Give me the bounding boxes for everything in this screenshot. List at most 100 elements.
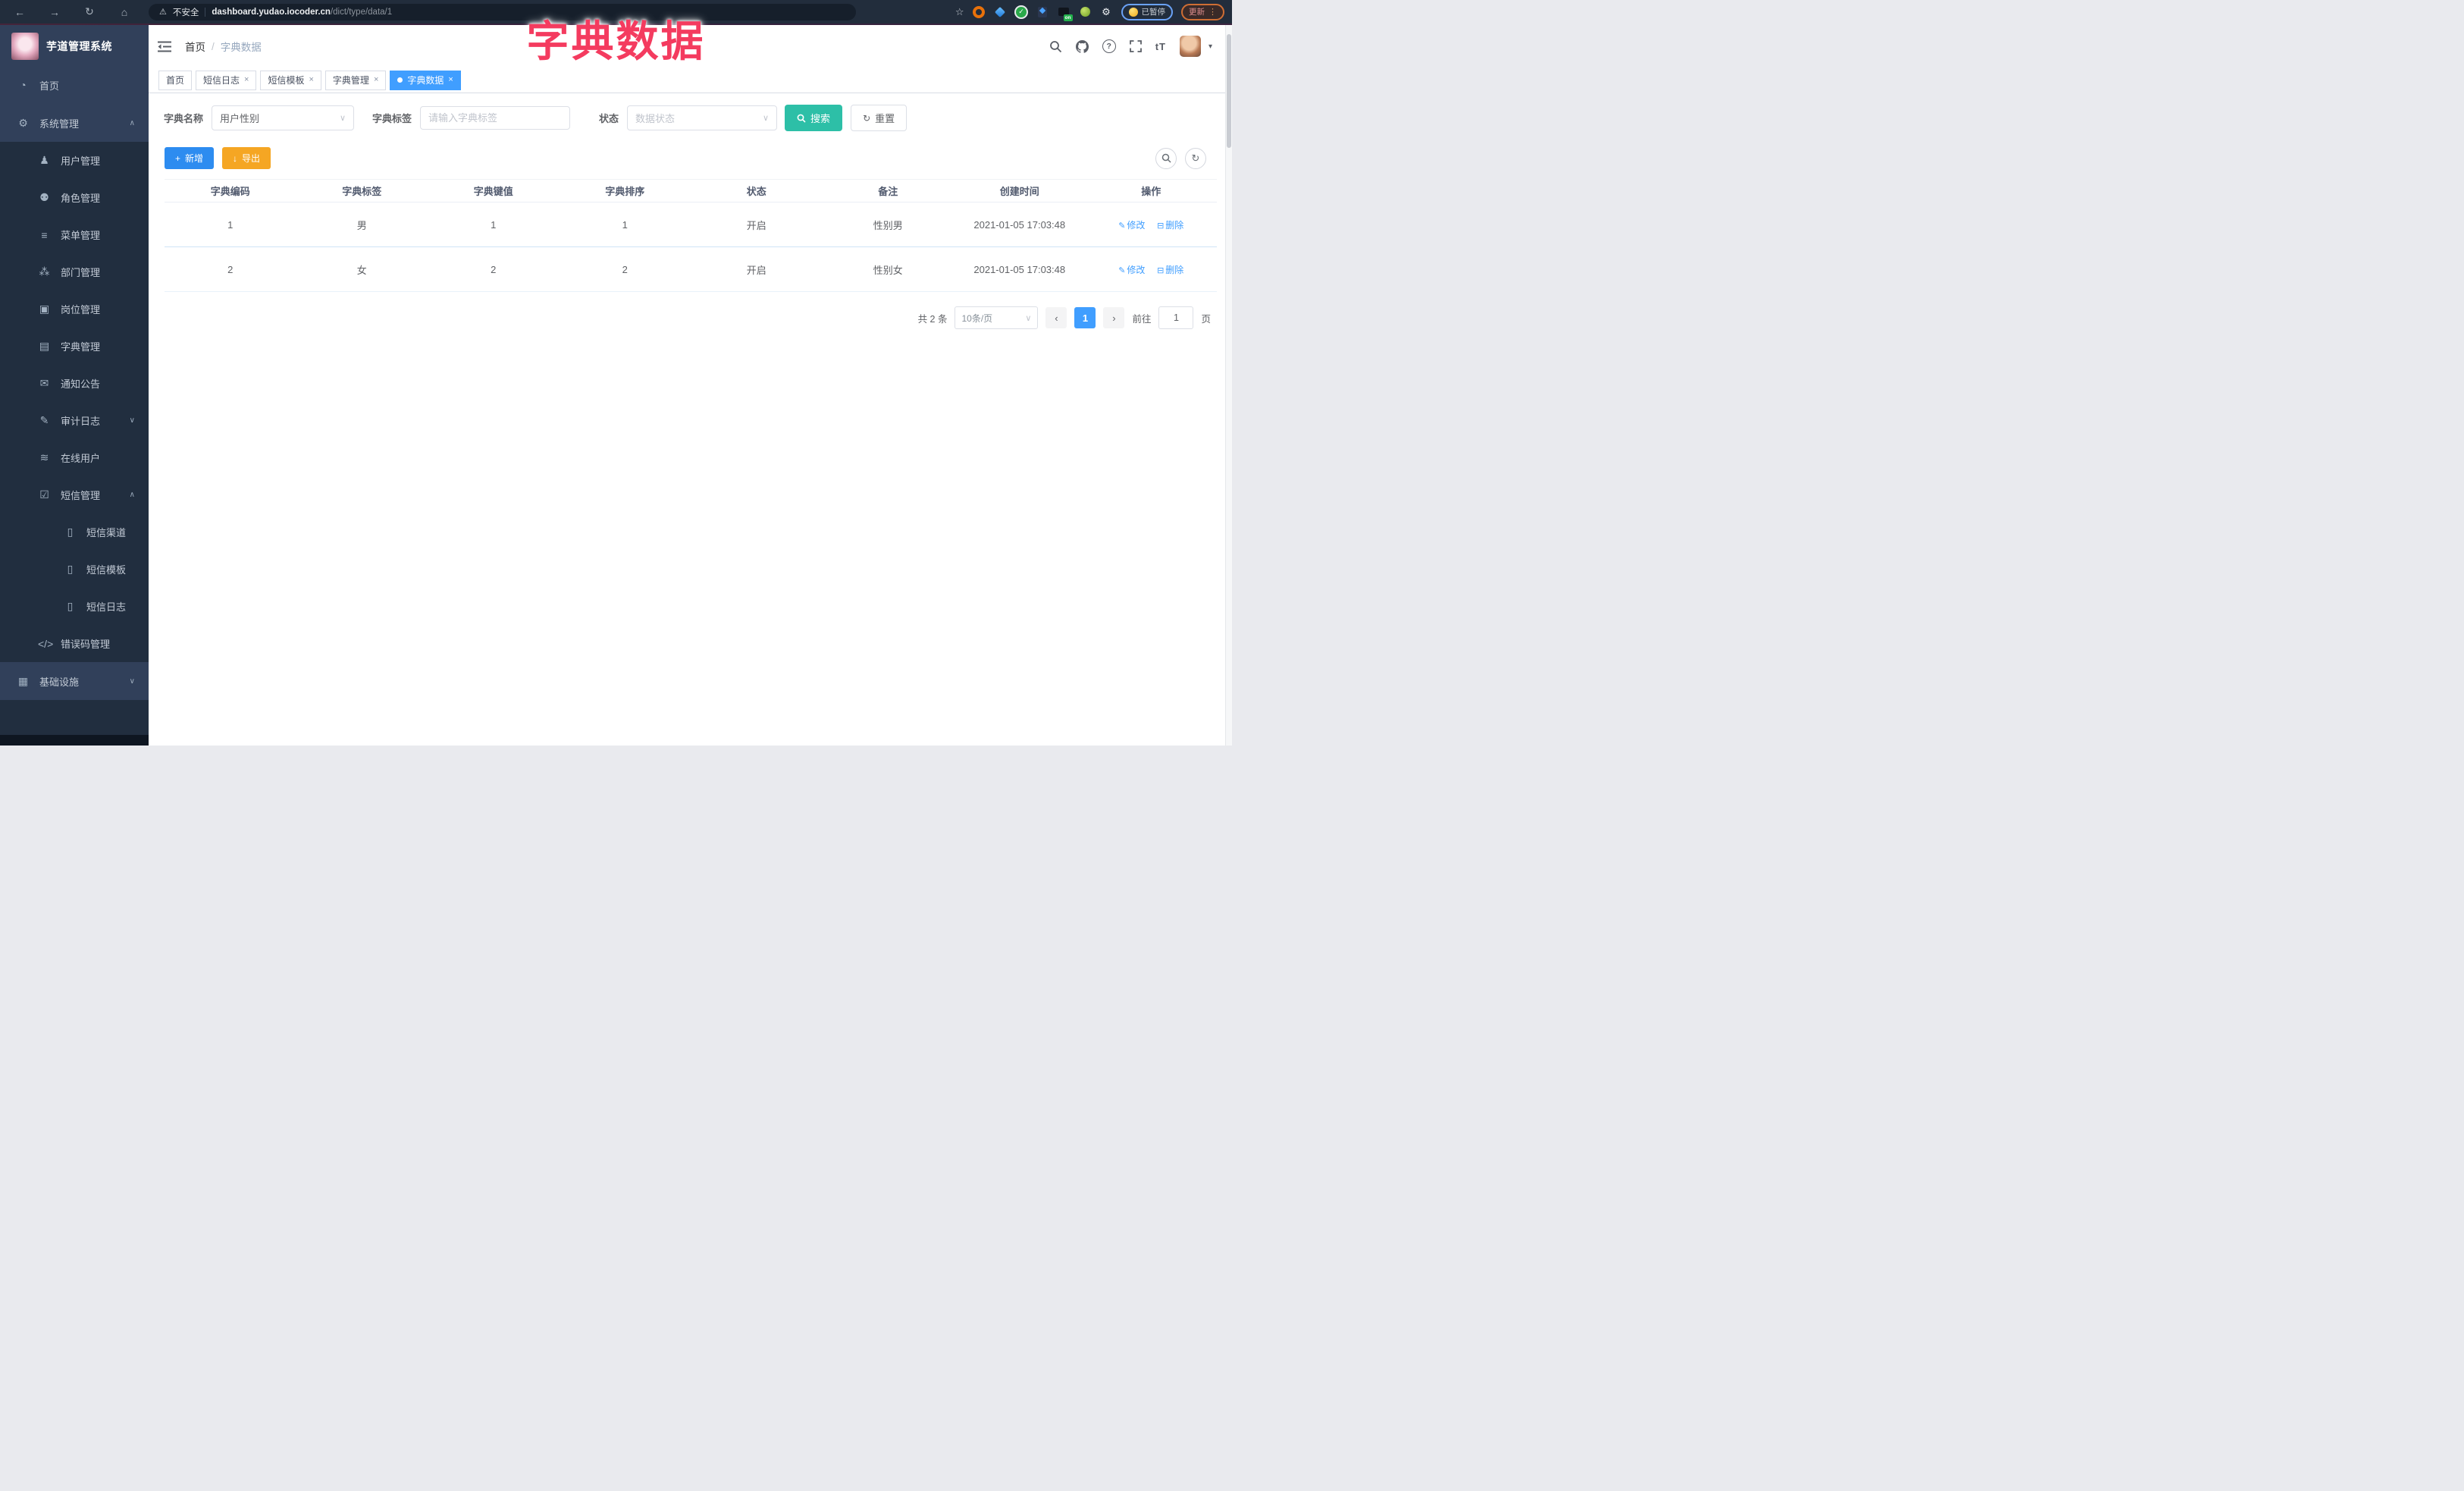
green-leaf-extension-icon[interactable] [1079,5,1092,18]
sidebar-item-role-management[interactable]: ⚉ 角色管理 [0,179,149,216]
github-icon[interactable] [1075,39,1089,53]
status-label: 状态 [599,113,619,124]
white-gear-extension-icon[interactable]: ⚙ [1100,5,1113,18]
tab-sms-template[interactable]: 短信模板 × [260,70,321,90]
breadcrumb-home[interactable]: 首页 [185,39,205,54]
status-placeholder: 数据状态 [635,113,676,124]
browser-profile-chip[interactable]: 已暂停 [1121,3,1173,20]
help-icon[interactable]: ? [1102,39,1116,53]
goto-label: 前往 [1132,313,1152,325]
orange-ring-icon [973,5,985,18]
browser-forward-icon[interactable]: → [44,6,65,18]
sidebar-item-post-management[interactable]: ▣ 岗位管理 [0,290,149,328]
search-button[interactable]: 搜索 [785,105,843,131]
refresh-table-button[interactable]: ↻ [1185,147,1206,169]
list-icon: ≡ [41,228,48,241]
chevron-up-icon: ∧ [129,118,135,127]
sidebar-item-dict-management[interactable]: ▤ 字典管理 [0,328,149,365]
sidebar-item-home[interactable]: ◔ 首页 [0,66,149,104]
sidebar-item-notice[interactable]: ✉ 通知公告 [0,365,149,402]
dict-label-input[interactable] [420,106,571,130]
dict-name-label: 字典名称 [164,113,204,124]
cell-created: 2021-01-05 17:03:48 [954,246,1086,292]
dashboard-icon: ◔ [20,79,27,91]
sidebar-item-dept-management[interactable]: ⁂ 部门管理 [0,253,149,290]
blue-kite-extension-icon[interactable] [994,5,1007,18]
scrollbar-thumb[interactable] [1227,34,1231,148]
cell-actions: ✎ 修改 ⊟ 删除 [1085,202,1217,247]
shield-check-icon: ☑ [39,488,49,501]
tab-sms-log[interactable]: 短信日志 × [196,70,257,90]
phone-icon: ▯ [67,563,74,575]
dict-name-select[interactable]: 用户性别 ∨ [212,105,355,130]
delete-link[interactable]: ⊟ 删除 [1157,265,1183,275]
close-icon[interactable]: × [374,76,378,84]
sidebar-item-user-management[interactable]: ♟ 用户管理 [0,142,149,179]
sidebar-collapse-icon[interactable] [158,41,171,52]
delete-link[interactable]: ⊟ 删除 [1157,220,1183,231]
cell-status: 开启 [691,202,823,247]
sidebar-item-label: 短信日志 [86,601,127,613]
toggle-search-button[interactable] [1155,147,1177,169]
active-dot-icon [397,77,403,83]
scrollbar-track[interactable] [1225,25,1232,746]
browser-home-icon[interactable]: ⌂ [114,6,135,18]
kebab-menu-icon[interactable]: ⋮ [1208,7,1217,17]
col-dict-label: 字典标签 [296,179,428,202]
add-button[interactable]: + 新增 [165,147,215,169]
sidebar-item-system-management[interactable]: ⚙ 系统管理 ∧ [0,104,149,142]
sidebar-item-error-code[interactable]: </> 错误码管理 [0,625,149,662]
search-icon[interactable] [1049,40,1062,53]
sidebar-item-menu-management[interactable]: ≡ 菜单管理 [0,216,149,253]
close-icon[interactable]: × [309,76,313,84]
sidebar-item-infrastructure[interactable]: ▦ 基础设施 ∨ [0,662,149,700]
cell-label: 女 [296,246,428,292]
log-edit-icon: ✎ [39,414,49,426]
green-check-extension-icon[interactable]: ✓ [1015,5,1028,18]
switch-extension-icon[interactable] [1036,5,1049,18]
orange-extension-icon[interactable] [973,5,986,18]
page-size-select[interactable]: 10条/页 ∨ [955,306,1039,329]
on-badge-extension-icon[interactable]: on [1058,5,1073,21]
user-avatar[interactable] [1179,36,1201,57]
url-path: /dict/type/data/1 [330,7,393,17]
page-1-button[interactable]: 1 [1074,307,1096,328]
users-icon: ⚉ [39,191,49,203]
app-logo[interactable]: 芋道管理系统 [0,25,149,66]
sidebar-item-sms-template[interactable]: ▯ 短信模板 [0,551,149,588]
reset-button-label: 重置 [875,113,895,124]
reset-button[interactable]: ↻ 重置 [851,105,908,131]
fullscreen-icon[interactable] [1129,40,1142,52]
address-bar[interactable]: ⚠ 不安全 dashboard.yudao.iocoder.cn/dict/ty… [149,3,856,20]
tab-dict-management[interactable]: 字典管理 × [324,70,387,90]
export-button[interactable]: ↓ 导出 [222,147,271,169]
browser-reload-icon[interactable]: ↻ [79,5,100,18]
edit-link[interactable]: ✎ 修改 [1118,265,1145,275]
pagination: 共 2 条 10条/页 ∨ ‹ 1 › 前往 页 [149,292,1232,329]
chevron-down-icon: ∨ [129,676,135,686]
browser-back-icon[interactable]: ← [9,6,30,18]
sidebar-item-sms-management[interactable]: ☑ 短信管理 ∧ [0,476,149,513]
sidebar-item-sms-channel[interactable]: ▯ 短信渠道 [0,513,149,551]
chevron-down-icon: ∨ [1025,313,1032,323]
status-select[interactable]: 数据状态 ∨ [627,105,778,130]
tab-label: 字典管理 [332,75,369,86]
sidebar-item-sms-log[interactable]: ▯ 短信日志 [0,588,149,625]
breadcrumb-current: 字典数据 [220,42,262,53]
bookmark-star-icon[interactable]: ☆ [955,6,964,18]
edit-link[interactable]: ✎ 修改 [1118,220,1145,231]
sidebar-item-online-users[interactable]: ≋ 在线用户 [0,439,149,476]
next-page-button[interactable]: › [1103,307,1125,328]
goto-page-input[interactable] [1158,306,1194,329]
sidebar-item-audit-log[interactable]: ✎ 审计日志 ∨ [0,402,149,439]
header-actions: ? tT ▾ [1049,36,1212,57]
avatar-caret-icon[interactable]: ▾ [1208,42,1212,51]
prev-page-button[interactable]: ‹ [1045,307,1067,328]
font-size-icon[interactable]: tT [1155,41,1166,52]
browser-update-button[interactable]: 更新 ⋮ [1181,3,1224,20]
tab-dict-data[interactable]: 字典数据 × [390,70,461,90]
phone-icon: ▯ [67,526,74,538]
close-icon[interactable]: × [244,76,249,84]
close-icon[interactable]: × [448,76,453,84]
tab-home[interactable]: 首页 [158,70,193,90]
